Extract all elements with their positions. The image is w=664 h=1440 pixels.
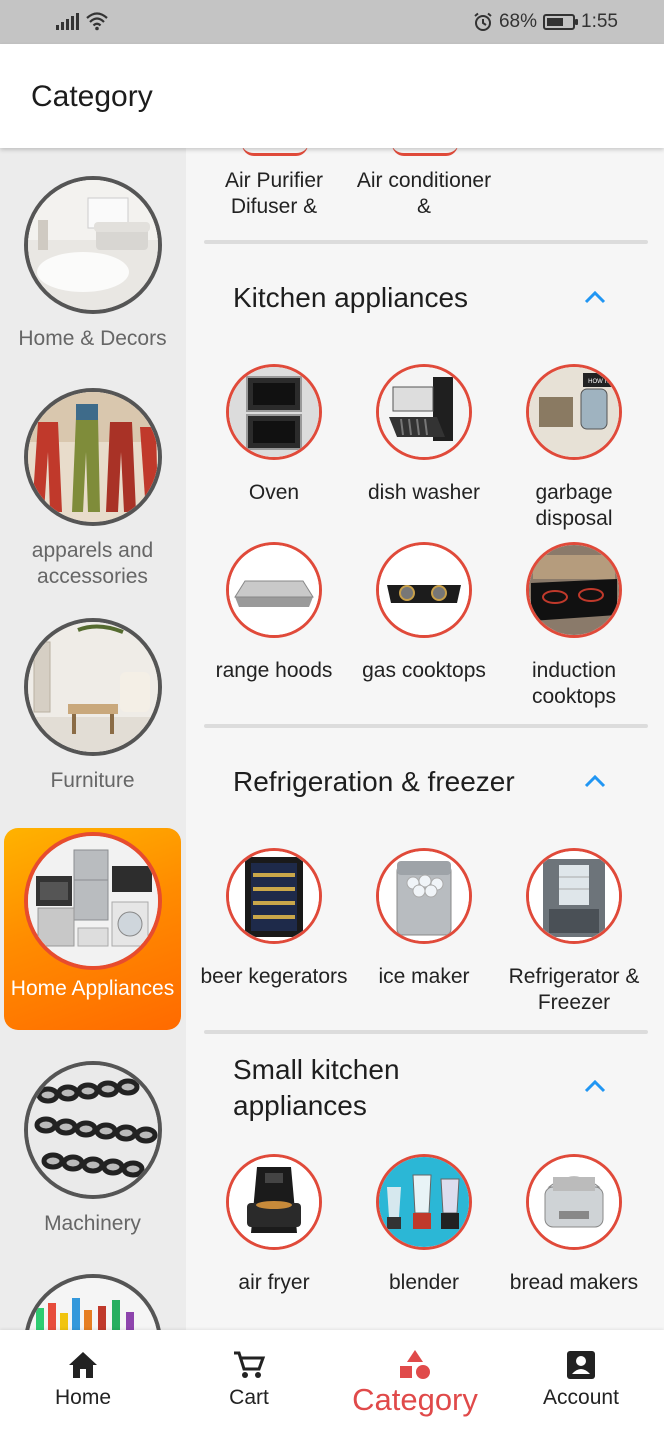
nav-category[interactable]: Category xyxy=(340,1348,490,1418)
sidebar-item-furniture[interactable]: Furniture xyxy=(4,618,181,794)
app-bar: Category xyxy=(0,44,664,148)
subcategory-label: bread makers xyxy=(509,1271,639,1294)
air-conditioner-image-edge xyxy=(392,148,458,156)
sidebar-item-label: Machinery xyxy=(44,1212,141,1235)
gas-cooktops-image xyxy=(376,542,472,638)
subcategory-air-fryer[interactable]: air fryer xyxy=(199,1154,349,1296)
sidebar-item-machinery[interactable]: Machinery xyxy=(4,1061,181,1237)
section-title-small-kitchen-appliances: Small kitchen appliances xyxy=(233,1054,400,1121)
subcategory-label: air fryer xyxy=(238,1271,310,1294)
divider xyxy=(204,724,648,728)
divider xyxy=(204,240,648,244)
blender-image xyxy=(376,1154,472,1250)
category-icon xyxy=(400,1350,430,1379)
nav-home[interactable]: Home xyxy=(8,1350,158,1410)
oven-image xyxy=(226,364,322,460)
home-appliances-image xyxy=(23,832,162,970)
beer-kegerators-image xyxy=(226,848,322,944)
nav-account[interactable]: Account xyxy=(506,1350,656,1410)
battery-percent: 68% xyxy=(498,11,538,32)
subcategory-list[interactable]: Air Purifier Difuser & Air conditioner &… xyxy=(186,148,664,1330)
subcategory-label: Oven xyxy=(248,481,300,504)
induction-cooktops-image xyxy=(526,542,622,638)
section-title-refrigeration-freezer: Refrigeration & freezer xyxy=(233,766,515,797)
subcategory-induction-cooktops[interactable]: induction cooktops xyxy=(499,542,649,710)
chevron-up-icon[interactable] xyxy=(582,1074,608,1100)
ice-maker-image xyxy=(376,848,472,944)
home-icon xyxy=(69,1352,97,1378)
apparels-image xyxy=(23,388,162,526)
subcategory-garbage-disposal[interactable]: HOW IT garbage disposal xyxy=(499,364,649,532)
divider xyxy=(204,1030,648,1034)
subcategory-label: ice maker xyxy=(378,965,470,988)
sidebar-item-apparels[interactable]: apparels and accessories xyxy=(4,388,181,590)
chevron-up-icon[interactable] xyxy=(582,769,608,795)
sidebar-item-stationery[interactable] xyxy=(4,1274,181,1330)
subcategory-label: Refrigerator & Freezer xyxy=(508,965,640,1014)
wifi-icon xyxy=(86,12,108,31)
sidebar-item-home-appliances[interactable]: Home Appliances xyxy=(4,828,181,1030)
air-purifier-image-edge xyxy=(242,148,308,156)
svg-text:HOW IT: HOW IT xyxy=(588,379,610,385)
furniture-image xyxy=(23,618,162,756)
nav-label: Home xyxy=(54,1386,112,1409)
subcategory-oven[interactable]: Oven xyxy=(199,364,349,506)
subcategory-label: blender xyxy=(388,1271,460,1294)
subcategory-bread-makers[interactable]: bread makers xyxy=(499,1154,649,1296)
subcategory-label: induction cooktops xyxy=(531,659,617,708)
subcategory-range-hoods[interactable]: range hoods xyxy=(199,542,349,684)
sidebar-item-label: apparels and accessories xyxy=(31,539,154,588)
status-bar: 68% 1:55 xyxy=(0,0,664,44)
nav-cart[interactable]: Cart xyxy=(174,1350,324,1410)
alarm-icon xyxy=(474,12,492,31)
account-icon xyxy=(567,1351,595,1379)
sidebar-item-label: Furniture xyxy=(50,769,135,792)
subcategory-beer-kegerators[interactable]: beer kegerators xyxy=(199,848,349,990)
subcategory-air-conditioner[interactable]: Air conditioner & xyxy=(349,168,499,220)
subcategory-dish-washer[interactable]: dish washer xyxy=(349,364,499,506)
chevron-up-icon[interactable] xyxy=(582,285,608,311)
section-title-kitchen-appliances: Kitchen appliances xyxy=(233,282,469,313)
battery-icon xyxy=(543,14,579,30)
sidebar-item-label: Home & Decors xyxy=(18,327,167,350)
sidebar-item-label: Home Appliances xyxy=(10,977,175,1000)
category-sidebar[interactable]: Home & Decors apparels and accessories F… xyxy=(0,148,186,1330)
subcategory-gas-cooktops[interactable]: gas cooktops xyxy=(349,542,499,684)
range-hoods-image xyxy=(226,542,322,638)
stationery-image xyxy=(23,1274,162,1330)
subcategory-label: gas cooktops xyxy=(362,659,486,682)
machinery-image xyxy=(23,1061,162,1199)
air-fryer-image xyxy=(226,1154,322,1250)
bottom-navigation: Home Cart Category Account xyxy=(0,1330,664,1440)
nav-label: Category xyxy=(352,1382,478,1417)
nav-label: Cart xyxy=(229,1386,269,1409)
sidebar-item-home-decors[interactable]: Home & Decors xyxy=(4,176,181,352)
subcategory-ice-maker[interactable]: ice maker xyxy=(349,848,499,990)
subcategory-label: Air conditioner & xyxy=(356,169,492,218)
home-decors-image xyxy=(23,176,162,314)
page-title: Category xyxy=(31,80,153,113)
garbage-disposal-image: HOW IT xyxy=(526,364,622,460)
subcategory-label: Air Purifier Difuser & xyxy=(224,169,324,218)
subcategory-air-purifier[interactable]: Air Purifier Difuser & xyxy=(199,168,349,220)
clock: 1:55 xyxy=(581,11,618,32)
subcategory-label: garbage disposal xyxy=(535,481,613,530)
bread-makers-image xyxy=(526,1154,622,1250)
dish-washer-image xyxy=(376,364,472,460)
subcategory-label: range hoods xyxy=(215,659,333,682)
subcategory-refrigerator-freezer[interactable]: Refrigerator & Freezer xyxy=(499,848,649,1016)
subcategory-label: beer kegerators xyxy=(200,965,348,988)
cart-icon xyxy=(234,1351,266,1378)
nav-label: Account xyxy=(543,1386,619,1409)
signal-icon xyxy=(56,12,79,30)
subcategory-label: dish washer xyxy=(367,481,481,504)
refrigerator-freezer-image xyxy=(526,848,622,944)
subcategory-blender[interactable]: blender xyxy=(349,1154,499,1296)
